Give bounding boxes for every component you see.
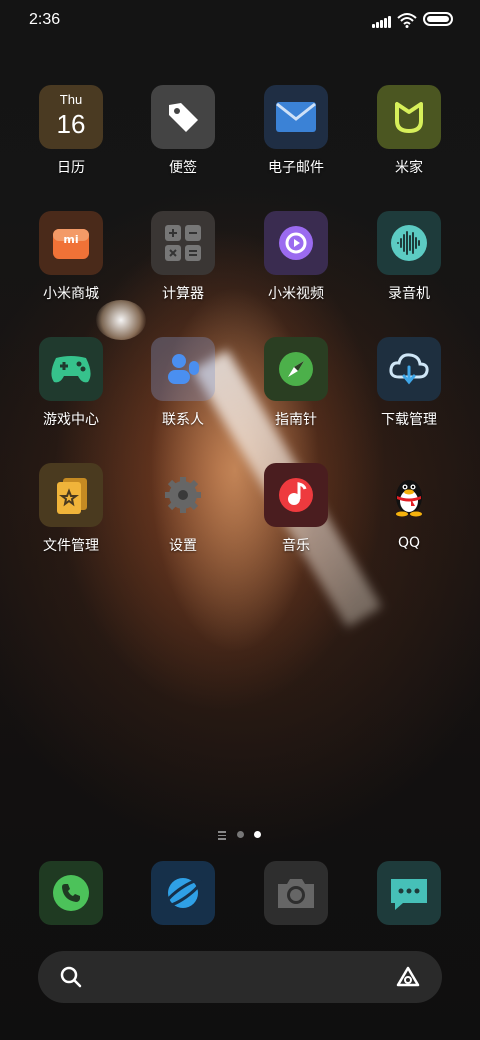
recorder-waveform-icon (377, 211, 441, 275)
app-label: 设置 (169, 538, 197, 554)
app-calculator[interactable]: 计算器 (128, 211, 238, 303)
app-notes[interactable]: 便签 (128, 85, 238, 177)
page-dot (237, 831, 244, 838)
mi-logo-text: mi (63, 233, 79, 246)
app-game-center[interactable]: 游戏中心 (16, 337, 126, 429)
app-label: 计算器 (162, 286, 204, 302)
app-label: 日历 (57, 160, 85, 176)
app-label: 米家 (395, 160, 423, 176)
app-calendar[interactable]: Thu 16 日历 (16, 85, 126, 177)
messages-icon (377, 861, 441, 925)
app-file-manager[interactable]: 文件管理 (16, 463, 126, 555)
camera-icon (264, 861, 328, 925)
phone-icon (39, 861, 103, 925)
app-label: 小米商城 (43, 286, 99, 302)
page-indicator[interactable] (218, 829, 264, 841)
mi-store-icon: mi (39, 211, 103, 275)
app-label: 文件管理 (43, 538, 99, 554)
dock-camera[interactable] (241, 861, 351, 925)
settings-gear-icon (151, 463, 215, 527)
app-label: 指南针 (275, 412, 317, 428)
cellular-signal-icon (372, 14, 392, 28)
search-bar[interactable] (38, 951, 442, 1003)
app-contacts[interactable]: 联系人 (128, 337, 238, 429)
app-label: 联系人 (162, 412, 204, 428)
file-manager-icon (39, 463, 103, 527)
app-label: 录音机 (388, 286, 430, 302)
app-download-manager[interactable]: 下载管理 (354, 337, 464, 429)
app-mi-video[interactable]: 小米视频 (241, 211, 351, 303)
app-compass[interactable]: 指南针 (241, 337, 351, 429)
app-label: 电子邮件 (268, 160, 324, 176)
browser-icon (151, 861, 215, 925)
dock-browser[interactable] (128, 861, 238, 925)
calculator-icon (151, 211, 215, 275)
dock-messages[interactable] (354, 861, 464, 925)
dock-phone[interactable] (16, 861, 126, 925)
mijia-icon (377, 85, 441, 149)
battery-icon (423, 12, 453, 26)
app-settings[interactable]: 设置 (128, 463, 238, 555)
app-mi-store[interactable]: mi 小米商城 (16, 211, 126, 303)
wallpaper-cave-opening (96, 300, 146, 340)
app-label: 游戏中心 (43, 412, 99, 428)
search-icon[interactable] (60, 966, 82, 992)
video-play-icon (264, 211, 328, 275)
app-label: 音乐 (282, 538, 310, 554)
email-icon (264, 85, 328, 149)
calendar-icon: Thu 16 (39, 85, 103, 149)
app-label: 便签 (169, 160, 197, 176)
qq-penguin-icon (377, 463, 441, 527)
contacts-icon (151, 337, 215, 401)
wifi-icon (397, 12, 417, 28)
app-mijia[interactable]: 米家 (354, 85, 464, 177)
app-qq[interactable]: QQ (354, 463, 464, 551)
notes-tag-icon (151, 85, 215, 149)
assistant-icon[interactable] (395, 965, 421, 993)
music-icon (264, 463, 328, 527)
page-menu-icon (218, 831, 226, 842)
app-music[interactable]: 音乐 (241, 463, 351, 555)
app-label: 下载管理 (381, 412, 437, 428)
download-cloud-icon (377, 337, 441, 401)
status-bar: 2:36 (0, 0, 480, 40)
compass-icon (264, 337, 328, 401)
gamepad-icon (39, 337, 103, 401)
app-recorder[interactable]: 录音机 (354, 211, 464, 303)
status-time: 2:36 (29, 11, 61, 28)
app-label: 小米视频 (268, 286, 324, 302)
calendar-date: 16 (56, 109, 86, 139)
calendar-weekday: Thu (59, 92, 83, 107)
app-email[interactable]: 电子邮件 (241, 85, 351, 177)
page-dot-current (254, 831, 261, 838)
app-label: QQ (397, 535, 421, 551)
